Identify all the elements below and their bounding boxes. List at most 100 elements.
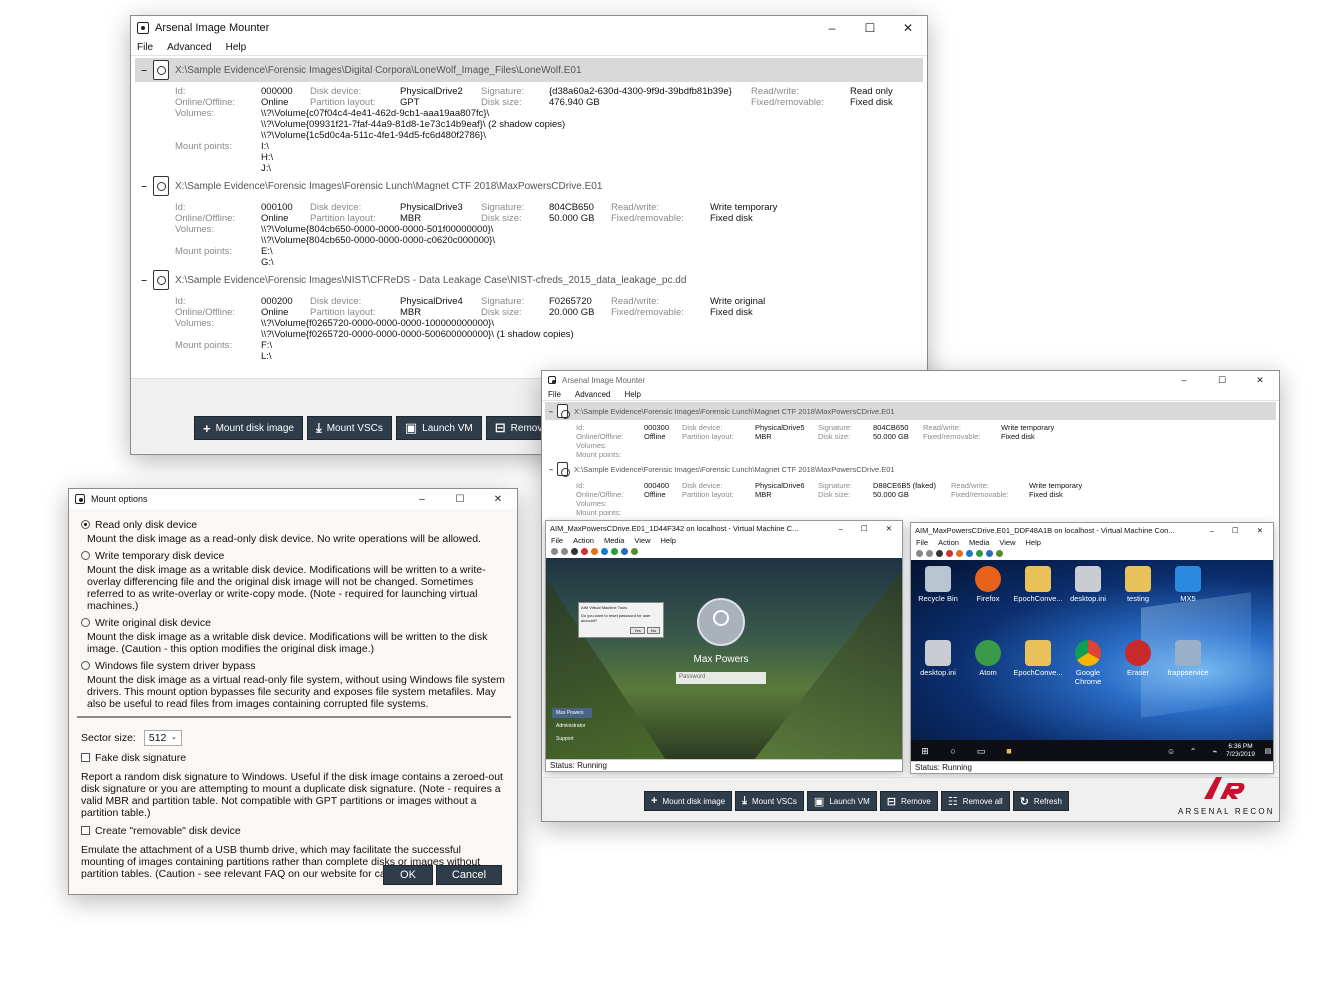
minimize-icon[interactable]: – [1210,526,1214,535]
power-icon[interactable] [591,547,598,555]
reset-icon[interactable] [611,547,618,555]
user-list-item[interactable]: Max Powers [552,708,592,718]
desktop-icon[interactable]: EpochConve... [1013,566,1063,603]
ok-button[interactable]: OK [383,865,433,885]
refresh-button[interactable]: ↻ Refresh [1012,791,1069,811]
vm-menu-media[interactable]: Media [969,538,989,547]
remove-all-button[interactable]: ☷ Remove all [940,791,1010,811]
collapse-icon[interactable]: – [135,65,153,76]
vm-desktop[interactable]: Recycle Bin Firefox EpochConve... deskto… [911,560,1273,762]
windows-start-icon[interactable]: ⊞ [911,746,939,757]
vm-titlebar[interactable]: AIM_MaxPowersCDrive.E01_1D44F342 on loca… [546,521,902,535]
desktop-icon[interactable]: EpochConve... [1013,640,1063,677]
option-fs-bypass[interactable]: Windows file system driver bypass [81,660,507,672]
removable-option[interactable]: Create "removable" disk device [81,825,507,837]
disk-entry[interactable]: – X:\Sample Evidence\Forensic Images\NIS… [131,268,927,364]
minimize-icon[interactable]: – [403,494,441,505]
collapse-icon[interactable]: – [545,465,557,474]
dialog-titlebar[interactable]: Mount options – ☐ ✕ [69,489,517,509]
menu-file[interactable]: File [548,390,561,399]
collapse-icon[interactable]: – [545,407,557,416]
close-icon[interactable]: ✕ [1241,375,1279,386]
disk-header[interactable]: – X:\Sample Evidence\Forensic Images\For… [545,402,1276,420]
network-icon[interactable]: ⌁ [1204,747,1226,756]
maximize-icon[interactable]: ☐ [441,494,479,505]
disk-header[interactable]: – X:\Sample Evidence\Forensic Images\Dig… [135,58,923,82]
vm-menu-action[interactable]: Action [573,536,594,545]
mount-disk-image-button[interactable]: + Mount disk image [644,791,733,811]
desktop-icon[interactable]: MX5 [1163,566,1213,603]
vm-window-1[interactable]: AIM_MaxPowersCDrive.E01_1D44F342 on loca… [545,520,903,772]
close-icon[interactable]: ✕ [479,494,517,505]
notification-icon[interactable]: ▤ [1261,747,1273,755]
option-read-only[interactable]: Read only disk device [81,519,507,531]
vm-menu-media[interactable]: Media [604,536,624,545]
radio-write-original[interactable] [81,618,90,627]
reset-icon[interactable] [976,549,983,557]
user-list-item[interactable]: Support [552,734,592,744]
disk-header[interactable]: – X:\Sample Evidence\Forensic Images\NIS… [135,268,923,292]
vm-menu-help[interactable]: Help [1026,538,1041,547]
close-icon[interactable]: ✕ [886,524,892,533]
start-icon[interactable] [561,547,568,555]
close-icon[interactable]: ✕ [1257,526,1263,535]
menu-help[interactable]: Help [624,390,640,399]
tray-chevron-icon[interactable]: ⌃ [1182,747,1204,756]
desktop-icon[interactable]: Recycle Bin [913,566,963,603]
maximize-icon[interactable]: ☐ [851,21,889,35]
vm-menu-help[interactable]: Help [661,536,676,545]
desktop-icon[interactable]: desktop.ini [913,640,963,677]
user-list-item[interactable]: Administrator [552,721,592,731]
ctrl-alt-del-icon[interactable] [916,549,923,557]
main-titlebar[interactable]: Arsenal Image Mounter – ☐ ✕ [131,16,927,40]
desktop-icon[interactable]: desktop.ini [1063,566,1113,603]
disk-entry[interactable]: – X:\Sample Evidence\Forensic Images\For… [542,460,1279,520]
disk-header[interactable]: – X:\Sample Evidence\Forensic Images\For… [135,174,923,198]
menu-advanced[interactable]: Advanced [167,42,211,53]
second-titlebar[interactable]: Arsenal Image Mounter – ☐ ✕ [542,371,1279,389]
power-icon[interactable] [956,549,963,557]
mount-disk-image-button[interactable]: + Mount disk image [194,416,303,440]
radio-read-only[interactable] [81,520,90,529]
menu-help[interactable]: Help [226,42,247,53]
taskbar-clock[interactable]: 6:36 PM 7/23/2019 [1226,743,1261,759]
cortana-icon[interactable]: ○ [939,746,967,756]
radio-write-temporary[interactable] [81,551,90,560]
cancel-button[interactable]: Cancel [436,865,502,885]
remove-button[interactable]: ⊟ Remove [879,791,938,811]
checkpoint-icon[interactable] [986,549,993,557]
ctrl-alt-del-icon[interactable] [551,547,558,555]
vm-menu-file[interactable]: File [551,536,563,545]
menu-advanced[interactable]: Advanced [575,390,611,399]
close-icon[interactable]: ✕ [889,21,927,35]
sector-size-select[interactable]: 512 ⌄ [143,730,182,746]
shutdown-icon[interactable] [581,547,588,555]
vm-titlebar[interactable]: AIM_MaxPowersCDrive.E01_DDF48A1B on loca… [911,523,1273,537]
mount-vscs-button[interactable]: ⤓ Mount VSCs [735,791,804,811]
reset-dialog[interactable]: AIM Virtual Machine Tools Do you want to… [578,602,664,638]
maximize-icon[interactable]: ☐ [1203,375,1241,386]
collapse-icon[interactable]: – [135,275,153,286]
radio-fs-bypass[interactable] [81,661,90,670]
desktop-icon[interactable]: testing [1113,566,1163,603]
dialog-yes-button[interactable]: Yes [630,627,645,634]
revert-icon[interactable] [996,549,1003,557]
removable-checkbox[interactable] [81,826,90,835]
turnoff-icon[interactable] [571,547,578,555]
fake-signature-option[interactable]: Fake disk signature [81,752,507,764]
option-write-temporary[interactable]: Write temporary disk device [81,550,507,562]
disk-entry[interactable]: – X:\Sample Evidence\Forensic Images\For… [131,174,927,268]
desktop-icon[interactable]: Atom [963,640,1013,677]
revert-icon[interactable] [631,547,638,555]
fake-signature-checkbox[interactable] [81,753,90,762]
password-field[interactable]: Password [676,672,766,684]
start-icon[interactable] [926,549,933,557]
pause-icon[interactable] [601,547,608,555]
desktop-icon[interactable]: Firefox [963,566,1013,603]
vm-menu-action[interactable]: Action [938,538,959,547]
vm-menu-view[interactable]: View [634,536,650,545]
vm-window-2[interactable]: AIM_MaxPowersCDrive.E01_DDF48A1B on loca… [910,522,1274,774]
minimize-icon[interactable]: – [813,21,851,35]
desktop-icon[interactable]: frappservice [1163,640,1213,677]
option-write-original[interactable]: Write original disk device [81,617,507,629]
